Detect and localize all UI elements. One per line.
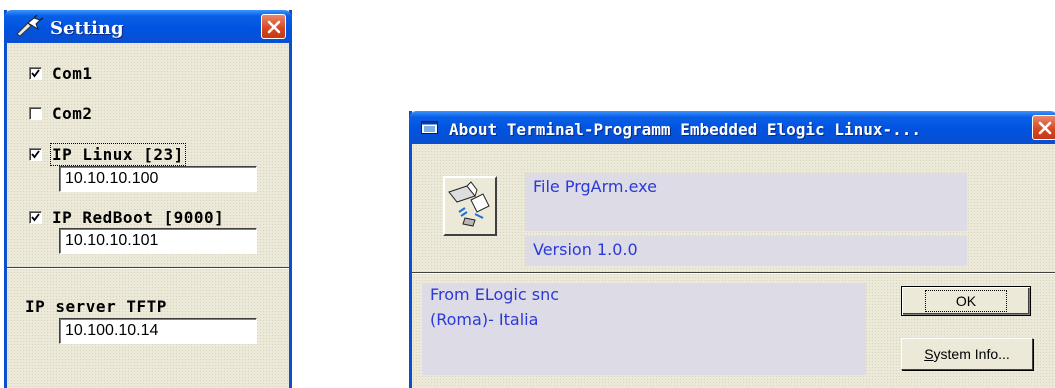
ip-linux-checkbox-row[interactable]: IP Linux [23] [29, 142, 186, 166]
setting-app-icon [14, 14, 44, 41]
setting-separator [7, 267, 289, 269]
about-close-button[interactable] [1032, 115, 1055, 140]
setting-title: Setting [50, 18, 124, 39]
setting-window: Setting Com1 Com2 IP Linux [23] 10.10.10 [4, 10, 292, 388]
com2-label: Com2 [52, 103, 93, 123]
com1-checkbox[interactable] [29, 66, 42, 80]
file-text: File PrgArm.exe [533, 177, 657, 196]
com2-checkbox-row[interactable]: Com2 [29, 103, 93, 123]
from-line-2: (Roma)- Italia [430, 310, 539, 329]
tftp-field[interactable]: 10.100.10.14 [59, 318, 257, 344]
about-titlebar[interactable]: About Terminal-Programm Embedded Elogic … [409, 111, 1055, 144]
com1-checkbox-row[interactable]: Com1 [29, 63, 93, 83]
file-info-box: File PrgArm.exe [525, 173, 967, 231]
about-separator [412, 272, 1055, 274]
ok-button[interactable]: OK [901, 286, 1031, 316]
com2-checkbox[interactable] [29, 106, 42, 120]
close-icon [1038, 121, 1051, 134]
about-window: About Terminal-Programm Embedded Elogic … [409, 111, 1055, 388]
ip-linux-field[interactable]: 10.10.10.100 [59, 166, 257, 192]
ip-linux-checkbox[interactable] [29, 147, 42, 161]
about-client: File PrgArm.exe Version 1.0.0 From ELogi… [412, 144, 1055, 388]
ip-redboot-checkbox[interactable] [29, 210, 42, 224]
system-info-button-label: System Info... [924, 346, 1010, 362]
ip-redboot-label: IP RedBoot [9000] [52, 207, 225, 227]
about-app-icon [421, 120, 439, 139]
system-info-button[interactable]: System Info... [901, 338, 1033, 370]
close-icon [267, 20, 280, 33]
about-title: About Terminal-Programm Embedded Elogic … [449, 120, 922, 139]
tftp-label: IP server TFTP [25, 297, 167, 316]
com1-label: Com1 [52, 63, 93, 83]
setting-titlebar[interactable]: Setting [4, 10, 292, 43]
setting-client: Com1 Com2 IP Linux [23] 10.10.10.100 IP … [7, 43, 289, 388]
ok-button-label: OK [924, 290, 1008, 312]
from-line-1: From ELogic snc [430, 285, 560, 304]
program-icon [443, 176, 497, 236]
ip-redboot-checkbox-row[interactable]: IP RedBoot [9000] [29, 207, 225, 227]
setting-close-button[interactable] [261, 14, 286, 39]
version-text: Version 1.0.0 [533, 240, 638, 259]
ip-redboot-field[interactable]: 10.10.10.101 [59, 228, 257, 254]
ip-linux-label: IP Linux [23] [50, 142, 186, 166]
from-info-box: From ELogic snc (Roma)- Italia [422, 283, 866, 375]
version-info-box: Version 1.0.0 [525, 236, 967, 266]
